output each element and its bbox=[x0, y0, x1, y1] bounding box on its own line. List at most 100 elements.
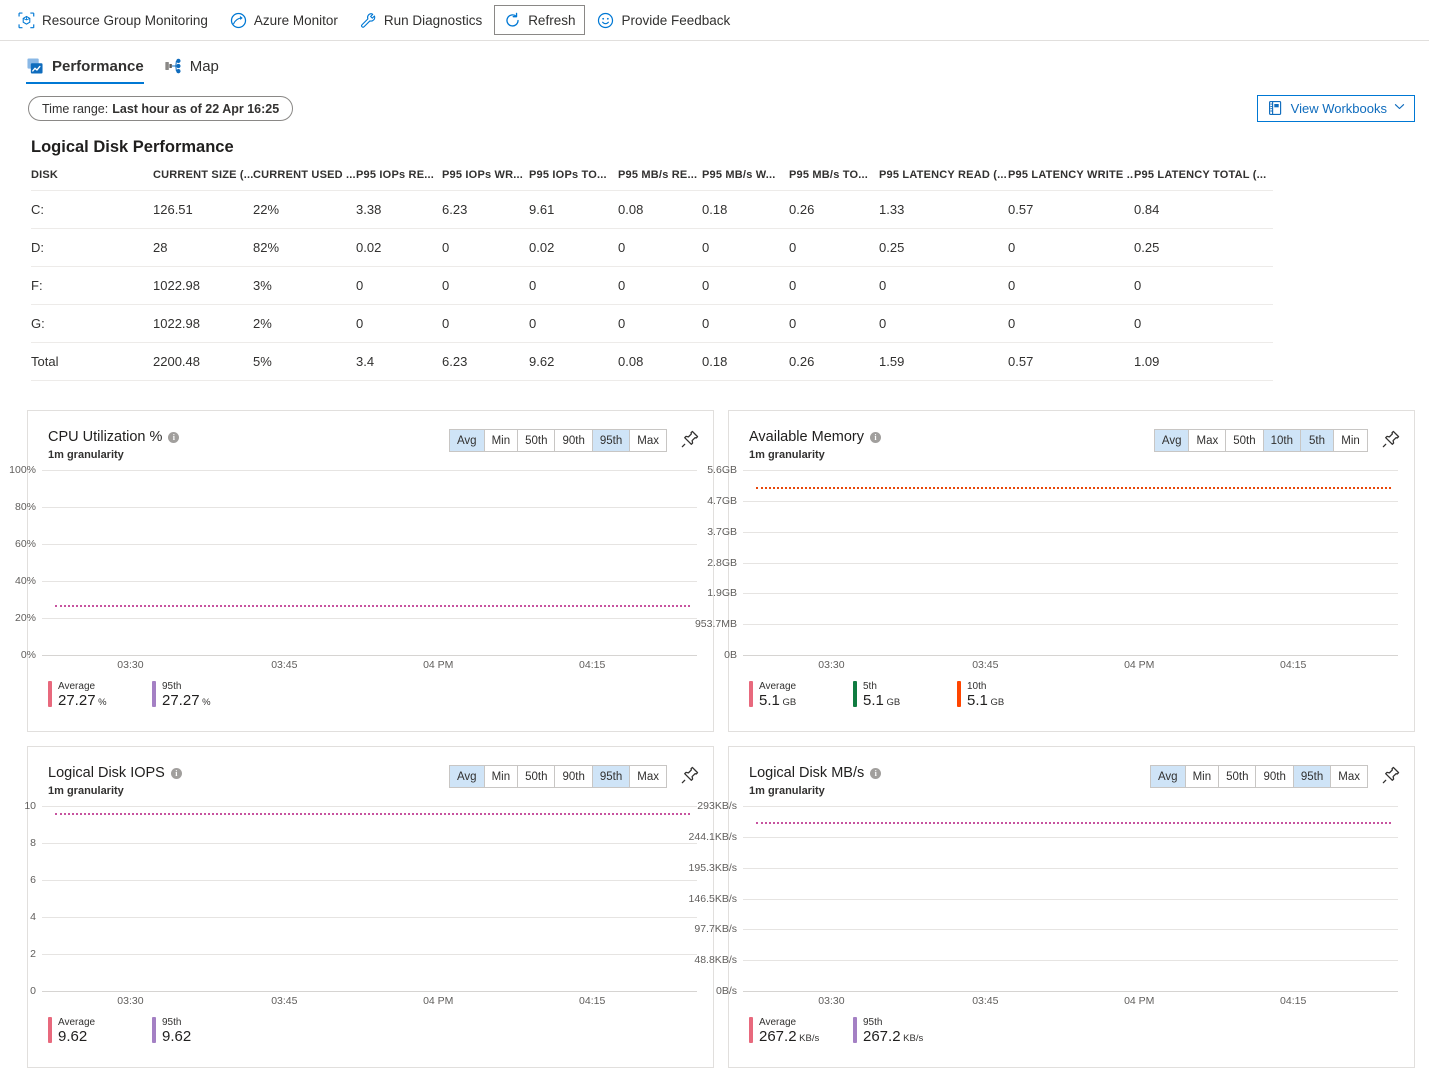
table-row[interactable]: G: 1022.98 2% 0 0 0 0 0 0 0 0 0 bbox=[31, 304, 1273, 343]
chart-legend: Average 9.62 95th 9.62 bbox=[28, 1009, 713, 1047]
aggregation-button-50th[interactable]: 50th bbox=[518, 766, 556, 787]
table-column-header[interactable]: P95 IOPs WR... bbox=[442, 163, 529, 191]
table-column-header[interactable]: P95 IOPs RE... bbox=[356, 163, 442, 191]
aggregation-button-avg[interactable]: Avg bbox=[1154, 430, 1190, 451]
table-cell: 0 bbox=[529, 304, 618, 343]
aggregation-button-min[interactable]: Min bbox=[1334, 430, 1367, 451]
legend-item-95th[interactable]: 95th 267.2 KB/s bbox=[853, 1017, 957, 1047]
aggregation-button-95th[interactable]: 95th bbox=[592, 430, 631, 451]
tab-map[interactable]: Map bbox=[164, 57, 219, 84]
legend-value-row: 5.1 GB bbox=[759, 693, 796, 711]
info-icon[interactable]: i bbox=[870, 768, 882, 779]
pin-icon[interactable] bbox=[1382, 766, 1400, 784]
x-axis-tick-label: 04 PM bbox=[1124, 659, 1155, 671]
table-column-header[interactable]: CURRENT SIZE (... bbox=[153, 163, 253, 191]
table-column-header[interactable]: P95 MB/s RE... bbox=[618, 163, 702, 191]
table-row[interactable]: Total 2200.48 5% 3.4 6.23 9.62 0.08 0.18 0.26 1.5… bbox=[31, 342, 1273, 381]
aggregation-button-90th[interactable]: 90th bbox=[555, 766, 593, 787]
aggregation-button-max[interactable]: Max bbox=[630, 766, 666, 787]
legend-item-95th[interactable]: 95th 27.27 % bbox=[152, 681, 256, 711]
command-azure-monitor[interactable]: Azure Monitor bbox=[220, 5, 348, 35]
info-icon[interactable]: i bbox=[168, 432, 180, 443]
x-axis-tick-label: 04 PM bbox=[1124, 995, 1155, 1007]
legend-unit: GB bbox=[987, 697, 1005, 708]
legend-item-average[interactable]: Average 5.1 GB bbox=[749, 681, 853, 711]
table-row[interactable]: D: 28 82% 0.02 0 0.02 0 0 0 0.25 0 0.25 bbox=[31, 228, 1273, 267]
table-cell: 2% bbox=[253, 304, 356, 343]
aggregation-button-50th[interactable]: 50th bbox=[518, 430, 556, 451]
aggregation-button-10th[interactable]: 10th bbox=[1263, 430, 1301, 451]
table-column-header[interactable]: DISK bbox=[31, 163, 153, 191]
chevron-down-icon bbox=[1394, 100, 1405, 117]
aggregation-button-max[interactable]: Max bbox=[630, 430, 666, 451]
aggregation-button-90th[interactable]: 90th bbox=[555, 430, 593, 451]
aggregation-button-95th[interactable]: 95th bbox=[1293, 766, 1332, 787]
legend-series-name: Average bbox=[58, 681, 96, 692]
legend-item-average[interactable]: Average 9.62 bbox=[48, 1017, 152, 1047]
pin-icon[interactable] bbox=[1382, 430, 1400, 448]
aggregation-button-avg[interactable]: Avg bbox=[1150, 766, 1186, 787]
aggregation-button-90th[interactable]: 90th bbox=[1256, 766, 1294, 787]
chart-axes: 0 2 4 6 8 10 bbox=[24, 800, 697, 997]
table-column-header[interactable]: P95 LATENCY TOTAL (... bbox=[1134, 163, 1273, 191]
gridline bbox=[743, 562, 1398, 564]
time-range-value: Last hour as of 22 Apr 16:25 bbox=[112, 101, 280, 116]
chart-header-controls: Avg Min 50th 90th 95th Max bbox=[448, 429, 699, 452]
table-cell-disk: Total bbox=[31, 342, 153, 381]
legend-item-average[interactable]: Average 267.2 KB/s bbox=[749, 1017, 853, 1047]
command-resource-group-monitoring[interactable]: Resource Group Monitoring bbox=[8, 5, 218, 35]
table-column-header[interactable]: P95 LATENCY WRITE ... bbox=[1008, 163, 1134, 191]
table-column-header[interactable]: P95 MB/s TO... bbox=[789, 163, 879, 191]
tab-performance[interactable]: Performance bbox=[26, 57, 144, 84]
pin-icon[interactable] bbox=[681, 766, 699, 784]
chart-title: CPU Utilization % bbox=[48, 429, 163, 445]
view-workbooks-button[interactable]: View Workbooks bbox=[1256, 95, 1415, 122]
aggregation-button-min[interactable]: Min bbox=[1185, 766, 1220, 787]
info-icon[interactable]: i bbox=[170, 768, 182, 779]
legend-item-average[interactable]: Average 27.27 % bbox=[48, 681, 152, 711]
legend-series-name: 5th bbox=[863, 681, 877, 692]
chart-granularity: 1m granularity bbox=[749, 449, 825, 461]
table-row[interactable]: F: 1022.98 3% 0 0 0 0 0 0 0 0 0 bbox=[31, 266, 1273, 305]
table-column-header[interactable]: P95 MB/s W... bbox=[702, 163, 789, 191]
legend-item-10th[interactable]: 10th 5.1 GB bbox=[957, 681, 1061, 711]
aggregation-button-95th[interactable]: 95th bbox=[592, 766, 631, 787]
legend-series-name: Average bbox=[58, 1017, 96, 1028]
aggregation-button-5th[interactable]: 5th bbox=[1301, 430, 1334, 451]
table-cell: 0 bbox=[356, 304, 442, 343]
y-axis-tick-label: 0B/s bbox=[715, 985, 737, 997]
aggregation-button-avg[interactable]: Avg bbox=[449, 766, 485, 787]
chart-title-block: Logical Disk IOPS i 1m granularity bbox=[48, 765, 182, 797]
command-refresh[interactable]: Refresh bbox=[494, 5, 586, 35]
gridline bbox=[743, 500, 1398, 502]
aggregation-button-avg[interactable]: Avg bbox=[449, 430, 485, 451]
pin-icon[interactable] bbox=[681, 430, 699, 448]
info-icon[interactable]: i bbox=[869, 432, 881, 443]
gridline bbox=[42, 954, 697, 955]
table-column-header[interactable]: P95 LATENCY READ (... bbox=[879, 163, 1008, 191]
table-cell: 0.18 bbox=[702, 190, 789, 229]
legend-value-row: 267.2 KB/s bbox=[863, 1029, 923, 1047]
table-cell: 0.57 bbox=[1008, 190, 1134, 229]
table-cell: 0.02 bbox=[356, 228, 442, 267]
table-row[interactable]: C: 126.51 22% 3.38 6.23 9.61 0.08 0.18 0.26 1.33 0… bbox=[31, 190, 1273, 229]
table-column-header[interactable]: CURRENT USED ... bbox=[253, 163, 356, 191]
table-column-header[interactable]: P95 IOPs TO... bbox=[529, 163, 618, 191]
time-range-picker[interactable]: Time range: Last hour as of 22 Apr 16:25 bbox=[28, 96, 294, 121]
aggregation-button-max[interactable]: Max bbox=[1331, 766, 1367, 787]
legend-item-5th[interactable]: 5th 5.1 GB bbox=[853, 681, 957, 711]
chart-panel-header: Logical Disk MB/s i 1m granularity Avg Min 50… bbox=[729, 747, 1414, 797]
command-run-diagnostics[interactable]: Run Diagnostics bbox=[350, 5, 492, 35]
aggregation-button-50th[interactable]: 50th bbox=[1219, 766, 1257, 787]
gridline bbox=[743, 470, 1398, 471]
aggregation-button-max[interactable]: Max bbox=[1189, 430, 1227, 451]
aggregation-button-min[interactable]: Min bbox=[484, 766, 519, 787]
command-provide-feedback[interactable]: Provide Feedback bbox=[587, 5, 740, 35]
table-cell: 0.02 bbox=[529, 228, 618, 267]
aggregation-button-50th[interactable]: 50th bbox=[1226, 430, 1264, 451]
table-cell: 82% bbox=[253, 228, 356, 267]
wrench-icon bbox=[360, 12, 377, 29]
aggregation-button-min[interactable]: Min bbox=[484, 430, 519, 451]
legend-item-95th[interactable]: 95th 9.62 bbox=[152, 1017, 256, 1047]
chart-title-block: Available Memory i 1m granularity bbox=[749, 429, 881, 461]
